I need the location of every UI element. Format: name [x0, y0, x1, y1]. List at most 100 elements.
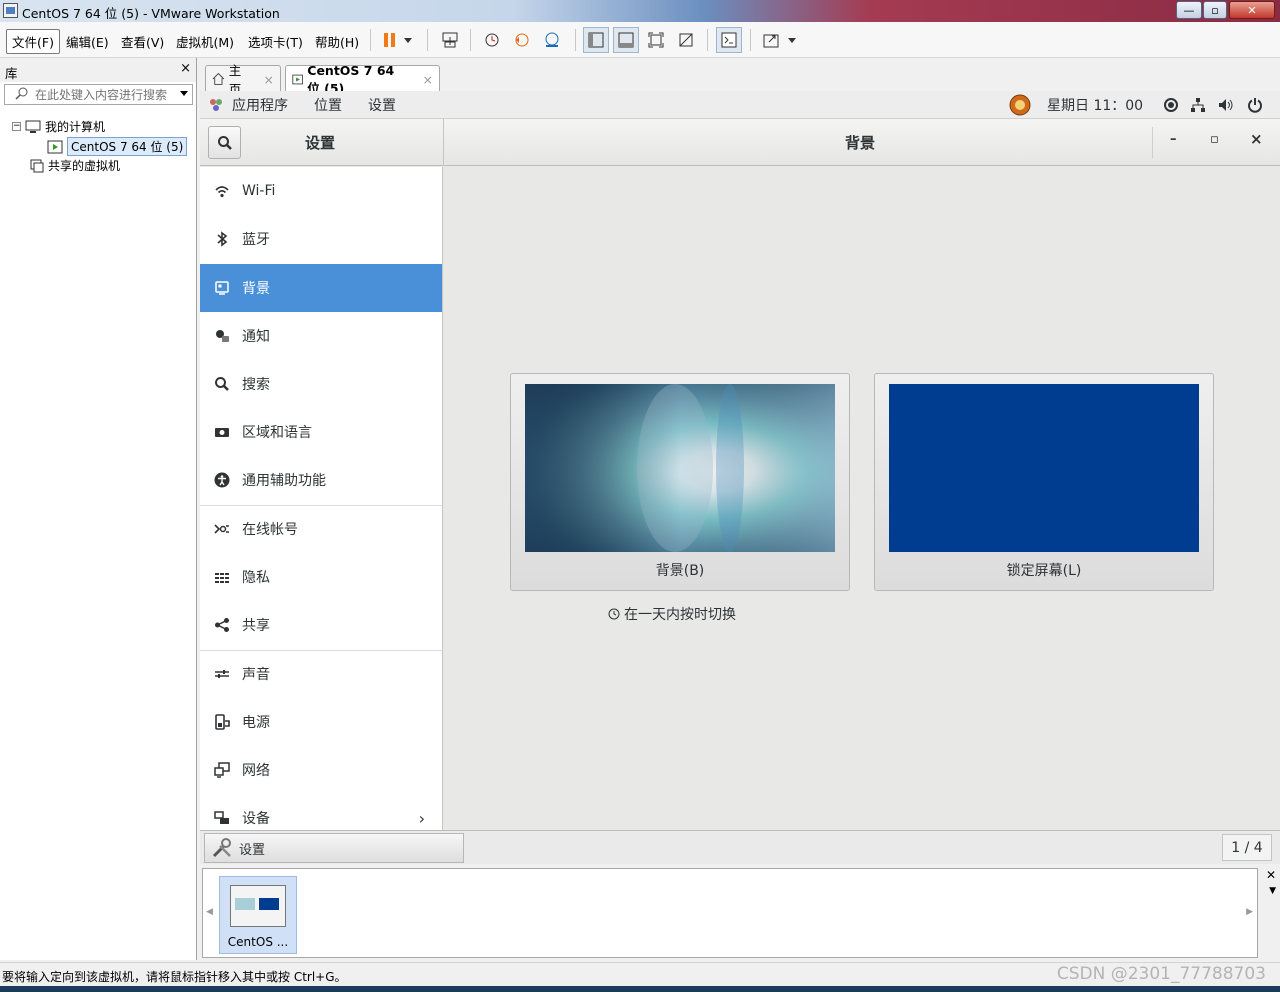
sidebar-item-power[interactable]: 电源 — [200, 698, 442, 746]
lock-screen-card[interactable]: 锁定屏幕(L) — [874, 373, 1214, 591]
chevron-down-icon — [404, 38, 412, 43]
maximize-icon: ▫ — [1211, 3, 1219, 17]
console-view-button[interactable] — [716, 27, 742, 53]
tab-close-icon[interactable]: × — [264, 72, 274, 87]
menu-vm[interactable]: 虚拟机(M) — [172, 31, 238, 52]
sidebar-item-privacy[interactable]: 隐私 — [200, 553, 442, 601]
lock-screen-card-label: 锁定屏幕(L) — [1006, 563, 1082, 579]
maximize-button[interactable]: ▫ — [1203, 1, 1227, 19]
sidebar-item-background[interactable]: 背景 — [200, 264, 442, 312]
toolbar-separator — [370, 29, 371, 51]
background-card-label: 背景(B) — [655, 563, 705, 579]
workspace-pager[interactable]: 1 / 4 — [1222, 834, 1272, 861]
power-off-icon[interactable] — [1247, 97, 1263, 113]
close-icon: ✕ — [1247, 3, 1257, 17]
vm-icon — [47, 140, 63, 153]
power-dropdown-button[interactable] — [399, 27, 417, 53]
sidebar-item-accessibility[interactable]: 通用辅助功能 — [200, 456, 442, 504]
volume-icon[interactable] — [1218, 97, 1234, 113]
host-taskbar — [0, 986, 1280, 992]
menu-view[interactable]: 查看(V) — [117, 31, 168, 52]
menu-edit[interactable]: 编辑(E) — [62, 31, 113, 52]
sidebar-item-wifi[interactable]: Wi-Fi — [200, 167, 442, 215]
library-close-button[interactable]: × — [180, 61, 191, 76]
send-ctrl-alt-del-button[interactable] — [437, 27, 463, 53]
unity-button[interactable] — [673, 27, 699, 53]
snapshot-manager-icon — [545, 32, 559, 47]
sidebar-item-region[interactable]: 区域和语言 — [200, 408, 442, 456]
gnome-settings-menu[interactable]: 设置 — [368, 95, 396, 115]
sidebar-item-bluetooth[interactable]: 蓝牙 — [200, 215, 442, 263]
gnome-apps-menu[interactable]: 应用程序 — [232, 95, 288, 115]
apps-icon — [210, 99, 222, 111]
settings-close-button[interactable]: × — [1250, 130, 1263, 148]
settings-sidebar: Wi-Fi 蓝牙 背景 通知 搜索 区域和语言 通用辅助功能 在线帐号 隐私 共… — [200, 167, 443, 830]
tab-home[interactable]: 主页 × — [205, 63, 281, 97]
sidebar-item-search[interactable]: 搜索 — [200, 360, 442, 408]
show-library-button[interactable] — [583, 27, 609, 53]
gnome-places-menu[interactable]: 位置 — [314, 95, 342, 115]
tab-vm[interactable]: CentOS 7 64 位 (5) × — [285, 63, 440, 96]
wifi-icon — [215, 186, 229, 198]
vm-thumbnail[interactable]: CentOS ... — [219, 876, 297, 954]
full-screen-button[interactable] — [643, 27, 669, 53]
thumbnail-bar-close-icon[interactable]: ✕ — [1266, 868, 1276, 882]
settings-search-button[interactable] — [208, 126, 241, 159]
settings-tools-icon — [212, 838, 231, 858]
minimize-icon: — — [1183, 3, 1195, 17]
privacy-icon — [215, 572, 229, 584]
sidebar-item-label: 背景 — [242, 281, 270, 297]
sidebar-item-devices[interactable]: 设备 › — [200, 794, 442, 830]
menu-help[interactable]: 帮助(H) — [311, 31, 363, 52]
tree-shared-vms[interactable]: 共享的虚拟机 — [30, 157, 120, 174]
background-card[interactable]: 背景(B) — [510, 373, 850, 591]
stretch-dropdown-button[interactable] — [783, 27, 801, 53]
weather-tray-icon[interactable] — [1008, 94, 1032, 116]
snapshot-manager-button[interactable] — [539, 27, 565, 53]
menu-tabs[interactable]: 选项卡(T) — [244, 31, 307, 52]
background-icon — [215, 281, 229, 295]
chevron-down-icon[interactable] — [180, 91, 188, 96]
thumbnail-bar: ◀ CentOS ... ▶ ✕ ▼ — [200, 866, 1280, 960]
sidebar-item-label: Wi-Fi — [242, 183, 276, 199]
record-icon[interactable] — [1163, 97, 1179, 113]
scroll-right-icon[interactable]: ▶ — [1246, 907, 1253, 917]
settings-maximize-button[interactable]: ▫ — [1210, 132, 1219, 147]
stretch-icon — [763, 34, 779, 48]
window-list-label: 设置 — [239, 842, 266, 858]
tree-label: 共享的虚拟机 — [48, 159, 121, 173]
watermark: CSDN @2301_77788703 — [1056, 964, 1266, 984]
window-list-item-settings[interactable]: 设置 — [204, 833, 464, 863]
scroll-left-icon[interactable]: ◀ — [206, 907, 213, 917]
tree-label: 我的计算机 — [45, 120, 106, 134]
sidebar-item-online-accounts[interactable]: 在线帐号 — [200, 505, 442, 553]
minimize-button[interactable]: — — [1176, 1, 1202, 19]
tab-close-icon[interactable]: × — [423, 72, 433, 87]
close-button[interactable]: ✕ — [1229, 1, 1275, 19]
library-search-box[interactable] — [4, 84, 193, 105]
sidebar-item-label: 电源 — [242, 715, 270, 731]
sidebar-item-sound[interactable]: 声音 — [200, 650, 442, 698]
collapse-icon[interactable]: − — [12, 122, 21, 131]
tree-vm-centos[interactable]: CentOS 7 64 位 (5) — [47, 137, 188, 156]
stretch-guest-button[interactable] — [758, 27, 784, 53]
sidebar-item-network[interactable]: 网络 — [200, 746, 442, 794]
sidebar-item-notifications[interactable]: 通知 — [200, 312, 442, 360]
menu-file[interactable]: 文件(F) — [6, 29, 60, 54]
chevron-down-icon[interactable]: ▼ — [1269, 886, 1276, 896]
revert-snapshot-button[interactable] — [509, 27, 535, 53]
guest-display[interactable]: 应用程序 位置 设置 星期日 11：00 设置 背景 – ▫ × Wi-Fi 蓝… — [200, 91, 1280, 864]
network-tray-icon[interactable] — [1190, 97, 1206, 113]
sound-icon — [215, 670, 229, 678]
search-icon — [15, 87, 28, 100]
show-thumbnail-bar-button[interactable] — [613, 27, 639, 53]
sidebar-item-sharing[interactable]: 共享 — [200, 601, 442, 649]
settings-minimize-button[interactable]: – — [1170, 132, 1177, 147]
snapshot-button[interactable] — [479, 27, 505, 53]
library-search-input[interactable] — [35, 86, 175, 103]
gnome-clock[interactable]: 星期日 11：00 — [1047, 95, 1143, 115]
thumbnail-bar-icon — [618, 32, 634, 48]
settings-sidebar-title: 设置 — [305, 134, 336, 152]
clock-icon — [608, 608, 620, 620]
tree-my-computer[interactable]: − 我的计算机 — [12, 118, 105, 135]
